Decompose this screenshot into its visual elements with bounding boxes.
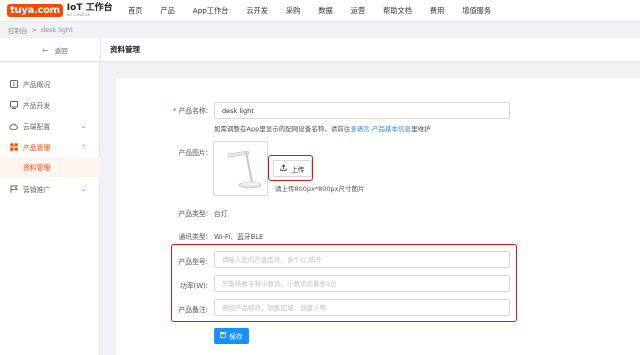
nav-item-data[interactable]: 数据 <box>318 6 332 16</box>
monitor-icon <box>9 101 18 110</box>
app-title: IoT 工作台 <box>66 2 113 13</box>
chevron-down-icon: ⌄ <box>80 185 86 193</box>
save-label: 保存 <box>229 333 243 341</box>
product-image-label: 产品图片: <box>178 149 208 157</box>
nav-item-app-workbench[interactable]: App工作台 <box>193 6 229 16</box>
product-name-input[interactable] <box>214 102 510 119</box>
sidebar-item-label: 产品管理 <box>23 144 51 152</box>
logo-text: IoT 工作台 IoT CONSOLE <box>66 2 113 18</box>
save-icon <box>220 332 226 340</box>
sidebar-item-development[interactable]: 产品开发 <box>0 95 100 115</box>
upload-label: 上传 <box>291 165 305 174</box>
page-title: 资料管理 <box>110 45 140 54</box>
nav-item-operations[interactable]: 运营 <box>351 6 365 16</box>
product-model-label: 产品型号: <box>178 258 208 266</box>
breadcrumb-separator: > <box>31 26 37 34</box>
product-name-hint: 如需调整在App里显示的配网设备名称，请前往多语言-产品基本信息里维护 <box>214 123 431 133</box>
upload-button[interactable]: 上传 <box>273 160 312 177</box>
breadcrumb-current: desk light <box>40 26 73 34</box>
product-type-value: 台灯 <box>214 210 228 218</box>
product-model-input[interactable] <box>214 251 510 268</box>
hint-suffix: 里维护 <box>411 125 431 133</box>
breadcrumb: 控制台 > desk light <box>8 25 73 35</box>
power-input[interactable] <box>214 275 510 292</box>
required-mark: * <box>173 107 177 115</box>
sidebar-item-label: 云端配置 <box>23 123 51 131</box>
main-nav: 首页 产品 App工作台 云开发 采购 数据 运营 帮助文档 费用 增值服务 <box>128 0 509 22</box>
sidebar-item-label: 产品开发 <box>23 102 51 110</box>
communication-type-label: 通讯类型: <box>178 233 208 241</box>
product-type-label: 产品类型: <box>178 210 208 218</box>
grid-icon <box>9 143 18 152</box>
chevron-up-icon: ⌃ <box>80 143 86 151</box>
breadcrumb-console[interactable]: 控制台 <box>8 25 28 35</box>
back-button[interactable]: ← 返回 <box>42 38 68 62</box>
product-name-label-text: 产品名称: <box>178 107 208 115</box>
cloud-icon <box>9 122 18 131</box>
sidebar-item-cloud-config[interactable]: 云端配置 ⌄ <box>0 116 100 136</box>
communication-type-value: Wi-Fi、蓝牙BLE <box>214 233 264 241</box>
nav-item-value-added[interactable]: 增值服务 <box>462 6 491 16</box>
flag-icon <box>9 185 18 194</box>
product-image-thumbnail[interactable] <box>213 141 268 196</box>
nav-item-product[interactable]: 产品 <box>160 6 174 16</box>
sidebar-item-overview[interactable]: 产品概况 <box>0 74 100 94</box>
nav-item-purchase[interactable]: 采购 <box>286 6 300 16</box>
nav-item-help-docs[interactable]: 帮助文档 <box>383 6 412 16</box>
tuya-logo[interactable]: tuya.com IoT 工作台 IoT CONSOLE <box>7 2 113 18</box>
power-label: 功率(W): <box>180 282 208 290</box>
chevron-down-icon: ⌄ <box>80 122 86 130</box>
save-button[interactable]: 保存 <box>214 328 249 344</box>
sidebar-item-marketing[interactable]: 营销推广 ⌄ <box>0 179 100 199</box>
desk-lamp-image <box>214 142 267 195</box>
product-remark-label: 产品备注: <box>178 306 208 314</box>
logo-mark: tuya.com <box>7 4 63 17</box>
sidebar-subitem-profile-management[interactable]: 资料管理 <box>0 157 100 177</box>
info-icon <box>9 80 18 89</box>
sub-header: ← 返回 资料管理 <box>0 38 640 62</box>
product-remark-input[interactable] <box>214 299 510 316</box>
header-divider <box>100 38 101 62</box>
back-label: 返回 <box>54 47 68 55</box>
sidebar-item-label: 营销推广 <box>23 186 51 194</box>
arrow-left-icon: ← <box>42 45 49 55</box>
nav-item-home[interactable]: 首页 <box>128 6 142 16</box>
nav-item-billing[interactable]: 费用 <box>430 6 444 16</box>
hint-prefix: 如需调整在App里显示的配网设备名称，请前往 <box>214 125 351 133</box>
upload-icon <box>280 164 287 173</box>
nav-item-cloud-dev[interactable]: 云开发 <box>246 6 268 16</box>
product-name-label: * 产品名称: <box>148 105 208 115</box>
multilanguage-link[interactable]: 多语言-产品基本信息 <box>350 125 411 133</box>
sidebar-item-product-management[interactable]: 产品管理 ⌃ <box>0 137 100 157</box>
sidebar: 产品概况 产品开发 云端配置 ⌄ 产品管理 ⌃ 资料管理 营销推广 ⌄ <box>0 63 100 355</box>
image-size-hint: 请上传800px*800px尺寸图片 <box>275 185 365 193</box>
app-subtitle: IoT CONSOLE <box>66 12 91 17</box>
sidebar-item-label: 产品概况 <box>23 81 51 89</box>
top-navbar: tuya.com IoT 工作台 IoT CONSOLE 首页 产品 App工作… <box>0 0 640 22</box>
